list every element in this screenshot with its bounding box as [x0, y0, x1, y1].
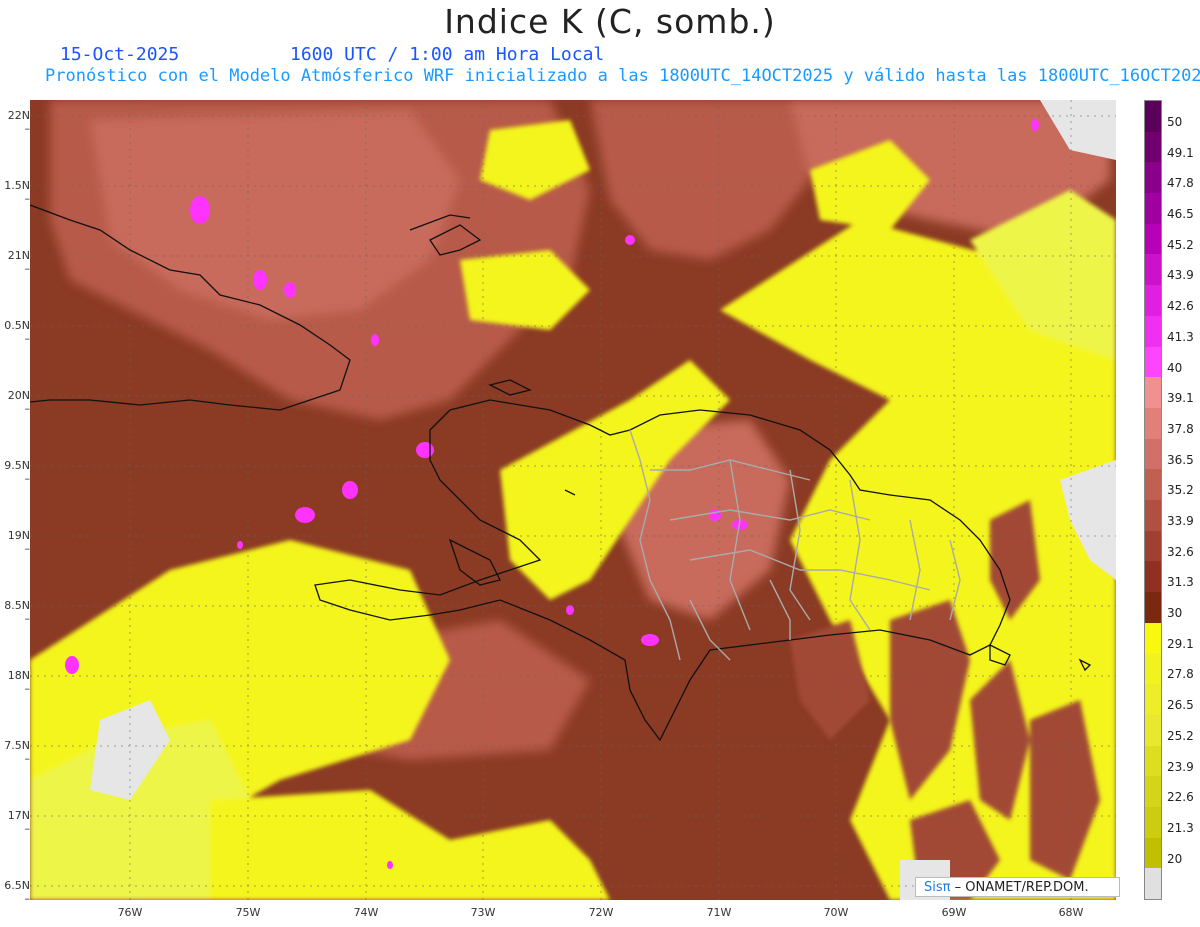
- credit-box: Sisπ – ONAMET/REP.DOM.: [915, 877, 1120, 897]
- latitude-label: 20N –: [7, 389, 30, 415]
- colorbar-segment: [1145, 407, 1161, 440]
- colorbar-label: 20: [1167, 851, 1183, 866]
- map-title: Indice K (C, somb.): [444, 2, 776, 41]
- colorbar-label: 42.6: [1167, 299, 1194, 314]
- colorbar-segment: [1145, 131, 1161, 163]
- longitude-label: 72W: [588, 906, 614, 919]
- colorbar-label: 25.2: [1167, 728, 1194, 743]
- colorbar-segment: [1145, 101, 1161, 133]
- colorbar-segment: [1145, 653, 1161, 685]
- longitude-label: 76W: [117, 906, 143, 919]
- longitude-label: 70W: [823, 906, 849, 919]
- colorbar-segment: [1145, 469, 1161, 501]
- colorbar-label: 31.3: [1167, 575, 1194, 590]
- longitude-label: 68W: [1058, 906, 1084, 919]
- colorbar-segment: [1145, 162, 1161, 194]
- colorbar-label: 46.5: [1167, 207, 1194, 222]
- latitude-label: 6.5N –: [4, 879, 30, 905]
- colorbar: [1144, 100, 1162, 900]
- colorbar-label: 41.3: [1167, 329, 1194, 344]
- colorbar-segment: [1145, 377, 1161, 409]
- latitude-label: 17N –: [7, 809, 30, 835]
- colorbar-segment: [1145, 285, 1161, 317]
- latitude-label: 9.5N –: [4, 459, 30, 485]
- colorbar-segment: [1145, 745, 1161, 777]
- credit-text: – ONAMET/REP.DOM.: [954, 880, 1089, 895]
- credit-brand: Sisπ: [924, 880, 951, 895]
- colorbar-label: 40: [1167, 360, 1183, 375]
- colorbar-label: 23.9: [1167, 759, 1194, 774]
- longitude-label: 75W: [235, 906, 261, 919]
- forecast-description: Pronóstico con el Modelo Atmósferico WRF…: [45, 66, 1200, 86]
- colorbar-label: 27.8: [1167, 667, 1194, 682]
- colorbar-segment: [1145, 714, 1161, 747]
- colorbar-segment: [1145, 684, 1161, 716]
- colorbar-label: 43.9: [1167, 268, 1194, 283]
- colorbar-segment: [1145, 561, 1161, 593]
- colorbar-label: 39.1: [1167, 391, 1194, 406]
- k-index-map: [30, 100, 1116, 900]
- colorbar-label: 30: [1167, 606, 1183, 621]
- longitude-label: 73W: [470, 906, 496, 919]
- colorbar-label: 22.6: [1167, 790, 1194, 805]
- longitude-label: 74W: [353, 906, 379, 919]
- colorbar-segment: [1145, 346, 1161, 378]
- colorbar-segment: [1145, 622, 1161, 654]
- colorbar-segment: [1145, 837, 1161, 869]
- colorbar-label: 33.9: [1167, 514, 1194, 528]
- colorbar-label: 32.6: [1167, 544, 1194, 559]
- latitude-label: 8.5N –: [4, 599, 30, 625]
- colorbar-segment: [1145, 776, 1161, 808]
- colorbar-label: 47.8: [1167, 176, 1194, 191]
- colorbar-segment: [1145, 592, 1161, 624]
- colorbar-segment: [1145, 193, 1161, 225]
- colorbar-segment: [1145, 530, 1161, 562]
- colorbar-label: 21.3: [1167, 820, 1194, 835]
- forecast-date: 15-Oct-2025: [60, 44, 180, 65]
- colorbar-label: 35.2: [1167, 483, 1194, 498]
- latitude-label: 22N –: [7, 109, 30, 135]
- colorbar-segment: [1145, 806, 1161, 839]
- forecast-time: 1600 UTC / 1:00 am Hora Local: [290, 44, 605, 65]
- colorbar-label: 50: [1167, 115, 1183, 129]
- colorbar-segment: [1145, 868, 1161, 900]
- latitude-label: 1.5N –: [4, 179, 30, 205]
- k-index-field: [30, 100, 1116, 900]
- latitude-label: 21N –: [7, 249, 30, 275]
- colorbar-label: 49.1: [1167, 145, 1194, 160]
- colorbar-segment: [1145, 223, 1161, 255]
- latitude-label: 18N –: [7, 669, 30, 695]
- colorbar-segment: [1145, 500, 1161, 532]
- colorbar-label: 29.1: [1167, 636, 1194, 651]
- latitude-label: 7.5N –: [4, 739, 30, 765]
- colorbar-segment: [1145, 438, 1161, 470]
- longitude-label: 69W: [941, 906, 967, 919]
- colorbar-label: 45.2: [1167, 237, 1194, 252]
- latitude-label: 19N –: [7, 529, 30, 555]
- longitude-label: 71W: [706, 906, 732, 919]
- colorbar-label: 26.5: [1167, 698, 1194, 713]
- colorbar-label: 36.5: [1167, 452, 1194, 467]
- latitude-label: 0.5N –: [4, 319, 30, 345]
- colorbar-label: 37.8: [1167, 421, 1194, 436]
- colorbar-segment: [1145, 315, 1161, 348]
- colorbar-segment: [1145, 254, 1161, 286]
